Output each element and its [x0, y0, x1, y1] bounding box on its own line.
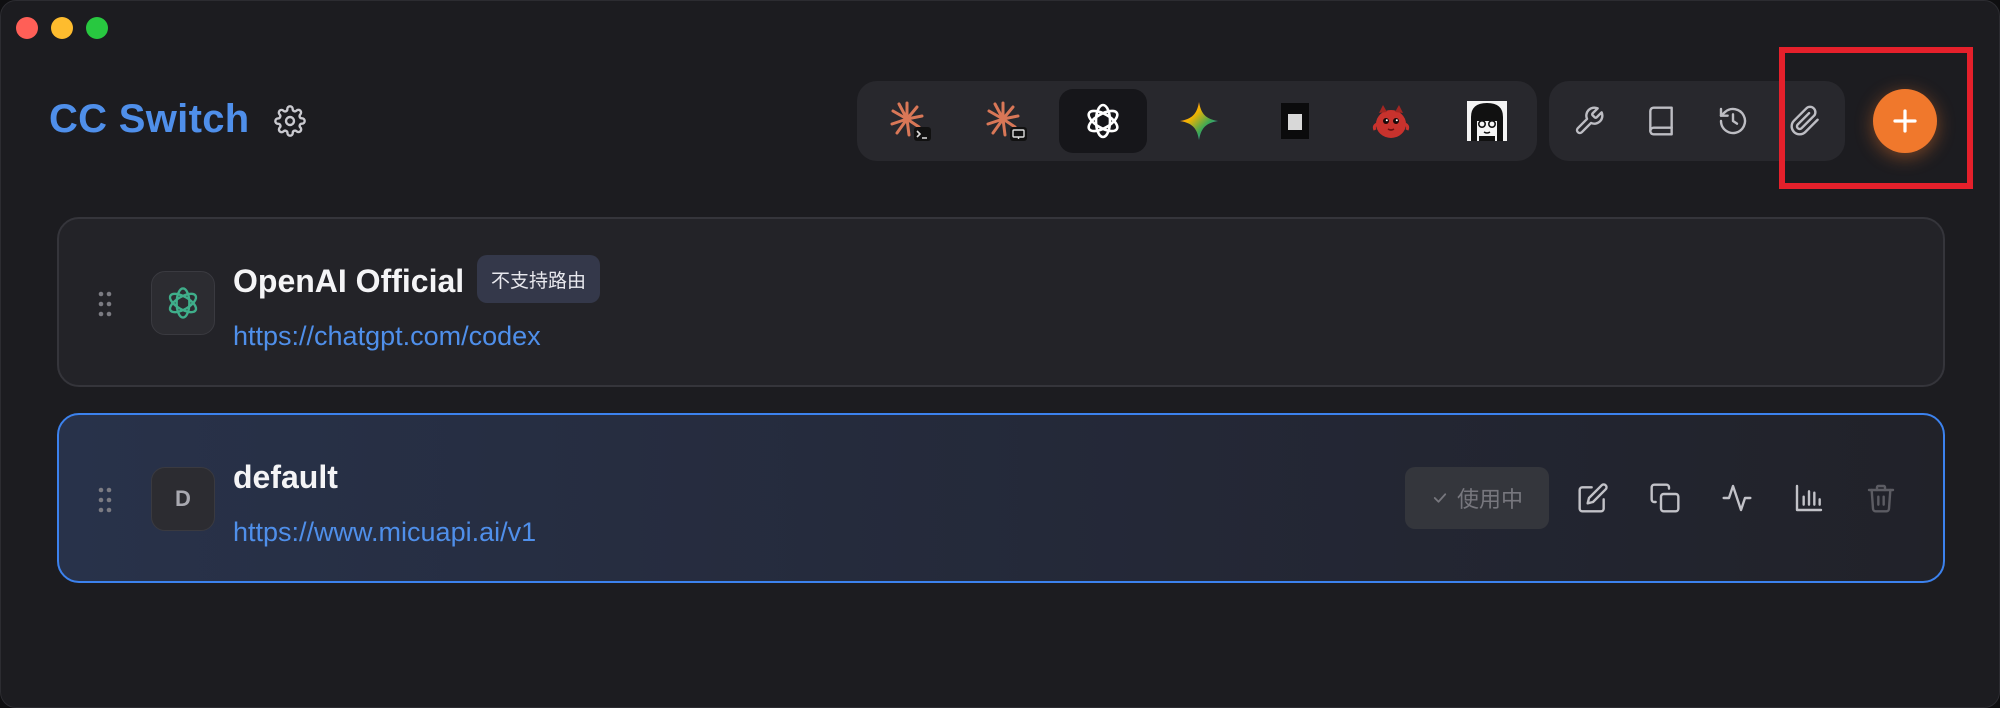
check-icon	[1433, 493, 1447, 503]
app-tab-claude-desktop[interactable]	[963, 89, 1051, 153]
gemini-sparkle-icon	[1180, 102, 1218, 140]
drag-handle-icon[interactable]	[97, 291, 113, 317]
app-tab-openai-codex[interactable]	[1059, 89, 1147, 153]
edit-icon[interactable]	[1573, 478, 1613, 518]
app-tab-claude-code-cli[interactable]	[867, 89, 955, 153]
app-title: CC Switch	[49, 97, 250, 141]
anime-avatar-icon	[1467, 101, 1507, 141]
provider-card-default[interactable]: D default https://www.micuapi.ai/v1 使用中	[57, 413, 1945, 583]
trash-icon[interactable]	[1861, 478, 1901, 518]
in-use-label: 使用中	[1456, 487, 1523, 512]
close-window-button[interactable]	[16, 17, 38, 39]
provider-avatar	[151, 271, 215, 335]
app-tab-red-mascot-app[interactable]	[1347, 89, 1435, 153]
wrench-icon[interactable]	[1569, 101, 1609, 141]
red-mascot-icon	[1372, 105, 1410, 138]
provider-url-link[interactable]: https://chatgpt.com/codex	[233, 321, 541, 352]
opencode-square-icon	[1281, 103, 1309, 139]
activity-icon[interactable]	[1717, 478, 1757, 518]
window-controls	[16, 17, 108, 39]
drag-handle-icon[interactable]	[97, 487, 113, 513]
provider-name: default	[233, 459, 338, 495]
app-tab-anime-avatar-app[interactable]	[1443, 89, 1531, 153]
app-switcher	[857, 81, 1537, 161]
minimize-window-button[interactable]	[51, 17, 73, 39]
book-icon[interactable]	[1641, 101, 1681, 141]
history-icon[interactable]	[1713, 101, 1753, 141]
copy-icon[interactable]	[1645, 478, 1685, 518]
openai-logo-icon	[1087, 103, 1119, 139]
provider-avatar: D	[151, 467, 215, 531]
provider-card-openai-official[interactable]: OpenAI Official 不支持路由 https://chatgpt.co…	[57, 217, 1945, 387]
provider-name: OpenAI Official	[233, 263, 465, 299]
stats-icon[interactable]	[1789, 478, 1829, 518]
claude-burst-terminal-icon	[890, 101, 931, 141]
app-tab-gemini[interactable]	[1155, 89, 1243, 153]
app-tab-opencode[interactable]	[1251, 89, 1339, 153]
zoom-window-button[interactable]	[86, 17, 108, 39]
app-window: CC Switch OpenAI Official 不支持路由 https://…	[0, 0, 2000, 708]
routing-badge: 不支持路由	[477, 255, 601, 303]
highlight-annotation	[1779, 47, 1973, 189]
provider-url-link[interactable]: https://www.micuapi.ai/v1	[233, 517, 536, 548]
in-use-button[interactable]: 使用中	[1405, 467, 1549, 529]
gear-icon[interactable]	[274, 105, 306, 137]
openai-logo-icon	[168, 287, 198, 319]
claude-burst-desktop-icon	[986, 101, 1027, 141]
